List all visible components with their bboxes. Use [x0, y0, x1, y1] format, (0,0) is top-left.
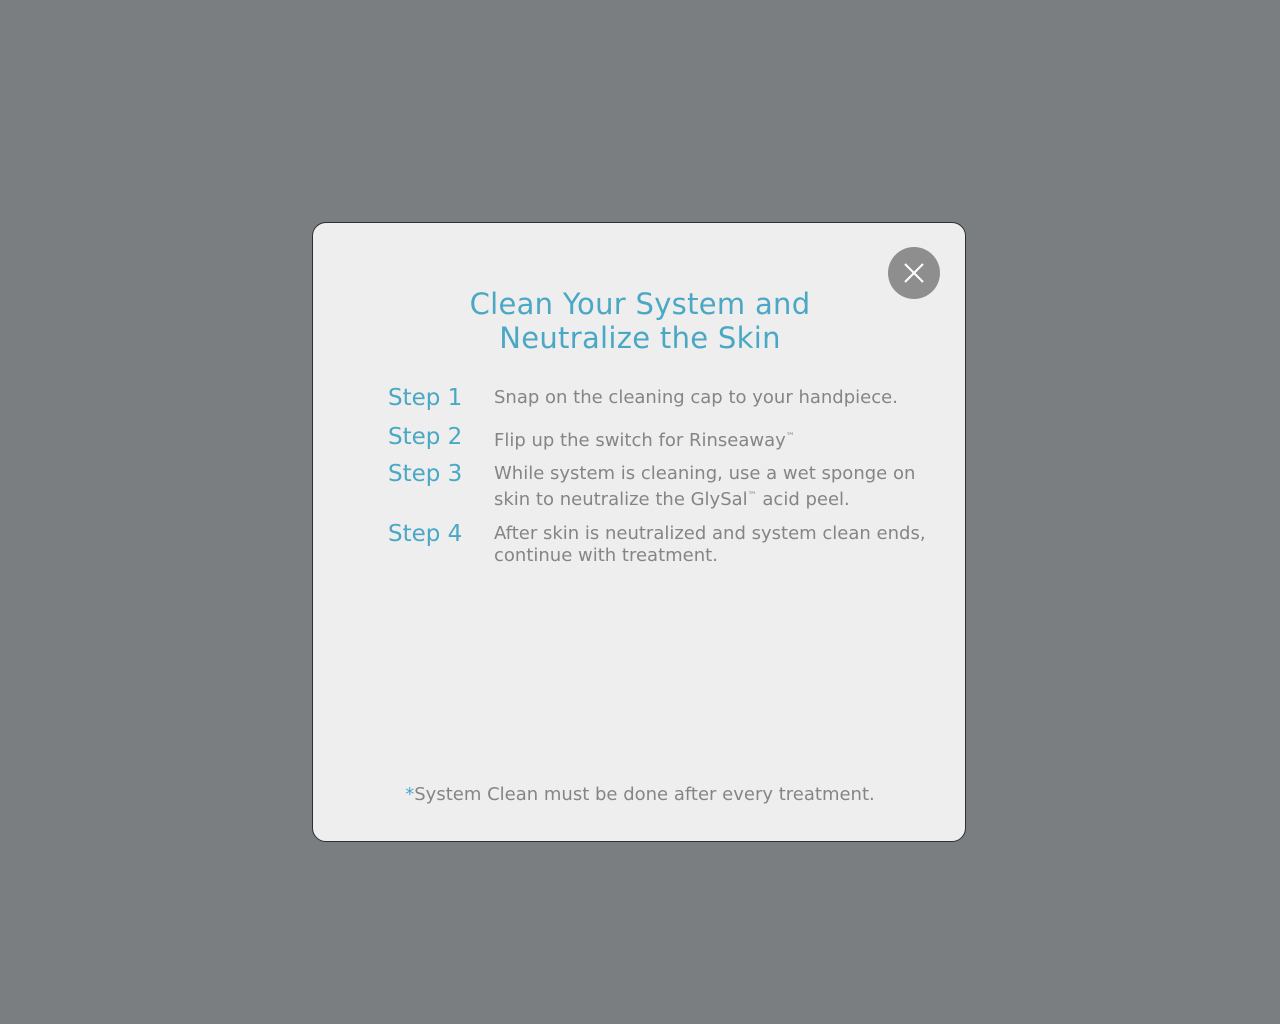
footnote-asterisk: * [405, 784, 415, 805]
step-label: Step 3 [388, 461, 463, 487]
step-text-part: After skin is neutralized and system cle… [494, 523, 926, 544]
step-label: Step 1 [388, 385, 463, 411]
system-clean-dialog: Clean Your System and Neutralize the Ski… [312, 222, 966, 842]
step-label: Step 2 [388, 424, 463, 450]
dialog-title-line-2: Neutralize the Skin [499, 321, 781, 355]
dialog-title-line-1: Clean Your System and [469, 287, 811, 321]
step-text-part: skin to neutralize the GlySal [494, 489, 748, 510]
step-instruction-line-1: Flip up the switch for Rinseaway™ [494, 426, 904, 452]
footnote: *System Clean must be done after every t… [313, 784, 967, 806]
step-text-part: Flip up the switch for Rinseaway [494, 430, 786, 451]
dialog-title: Clean Your System and Neutralize the Ski… [313, 287, 967, 355]
step-instruction: Snap on the cleaning cap to your handpie… [494, 387, 904, 409]
step-instruction: After skin is neutralized and system cle… [494, 523, 926, 567]
trademark-symbol: ™ [785, 432, 795, 442]
footnote-text: System Clean must be done after every tr… [414, 784, 875, 805]
step-label: Step 4 [388, 521, 463, 547]
step-instruction-line-2: skin to neutralize the GlySal™ acid peel… [494, 485, 904, 511]
step-instruction: While system is cleaning, use a wet spon… [494, 463, 915, 511]
step-text-part: continue with treatment. [494, 545, 718, 566]
trademark-symbol: ™ [747, 491, 757, 501]
step-instruction-line-1: After skin is neutralized and system cle… [494, 523, 926, 545]
step-instruction: Flip up the switch for Rinseaway™ [494, 426, 904, 452]
step-instruction-line-1: While system is cleaning, use a wet spon… [494, 463, 915, 485]
step-instruction-line-2: continue with treatment. [494, 545, 904, 567]
step-text-part: While system is cleaning, use a wet spon… [494, 463, 916, 484]
step-text-part: Snap on the cleaning cap to your handpie… [494, 387, 898, 408]
step-instruction-line-1: Snap on the cleaning cap to your handpie… [494, 387, 904, 409]
step-text-part: acid peel. [756, 489, 850, 510]
